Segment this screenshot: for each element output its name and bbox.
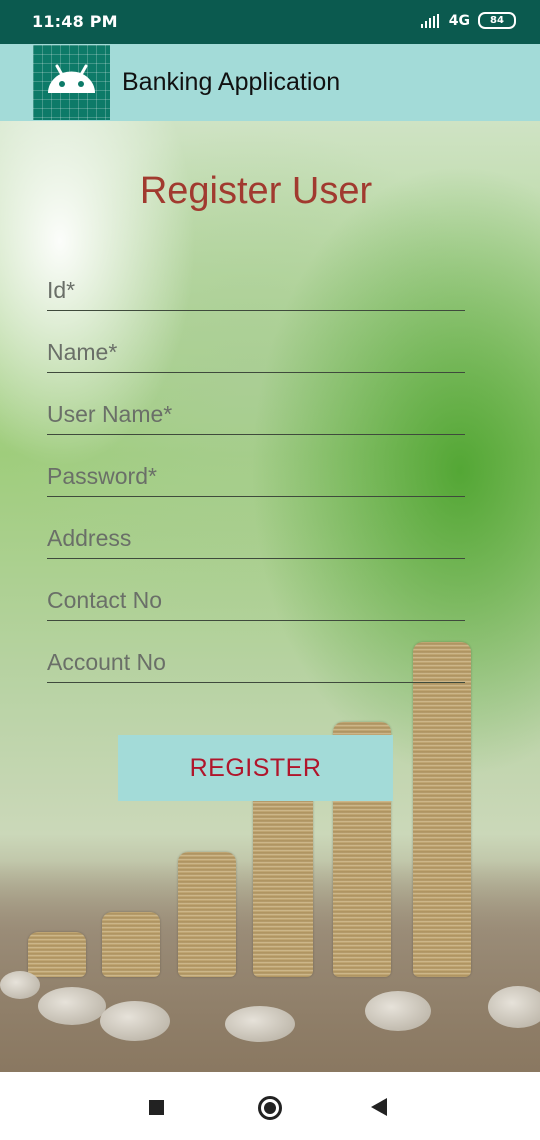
address-field[interactable] [47, 518, 465, 559]
back-triangle-icon[interactable] [371, 1098, 387, 1116]
address-input[interactable] [47, 518, 465, 558]
name-field[interactable] [47, 332, 465, 373]
home-circle-icon[interactable] [258, 1096, 282, 1120]
id-field[interactable] [47, 270, 465, 311]
password-input[interactable] [47, 456, 465, 496]
page-title: Register User [139, 170, 373, 212]
system-nav-bar [0, 1072, 540, 1140]
network-type: 4G [448, 12, 470, 29]
recents-square-icon[interactable] [149, 1100, 164, 1115]
account-no-field[interactable] [47, 642, 465, 683]
signal-icon [420, 13, 441, 28]
status-indicators: 4G 84 [420, 12, 516, 29]
android-robot-icon [33, 45, 110, 120]
contact-no-field[interactable] [47, 580, 465, 621]
id-input[interactable] [47, 270, 465, 310]
username-input[interactable] [47, 394, 465, 434]
account-no-input[interactable] [47, 642, 465, 682]
battery-icon: 84 [478, 12, 516, 29]
register-button[interactable]: REGISTER [118, 735, 393, 801]
app-title: Banking Application [122, 68, 341, 96]
contact-no-input[interactable] [47, 580, 465, 620]
password-field[interactable] [47, 456, 465, 497]
username-field[interactable] [47, 394, 465, 435]
app-bar: Banking Application [0, 44, 540, 121]
battery-level: 84 [490, 15, 504, 26]
status-bar: 11:48 PM 4G 84 [0, 0, 540, 44]
status-time: 11:48 PM [32, 12, 118, 31]
name-input[interactable] [47, 332, 465, 372]
